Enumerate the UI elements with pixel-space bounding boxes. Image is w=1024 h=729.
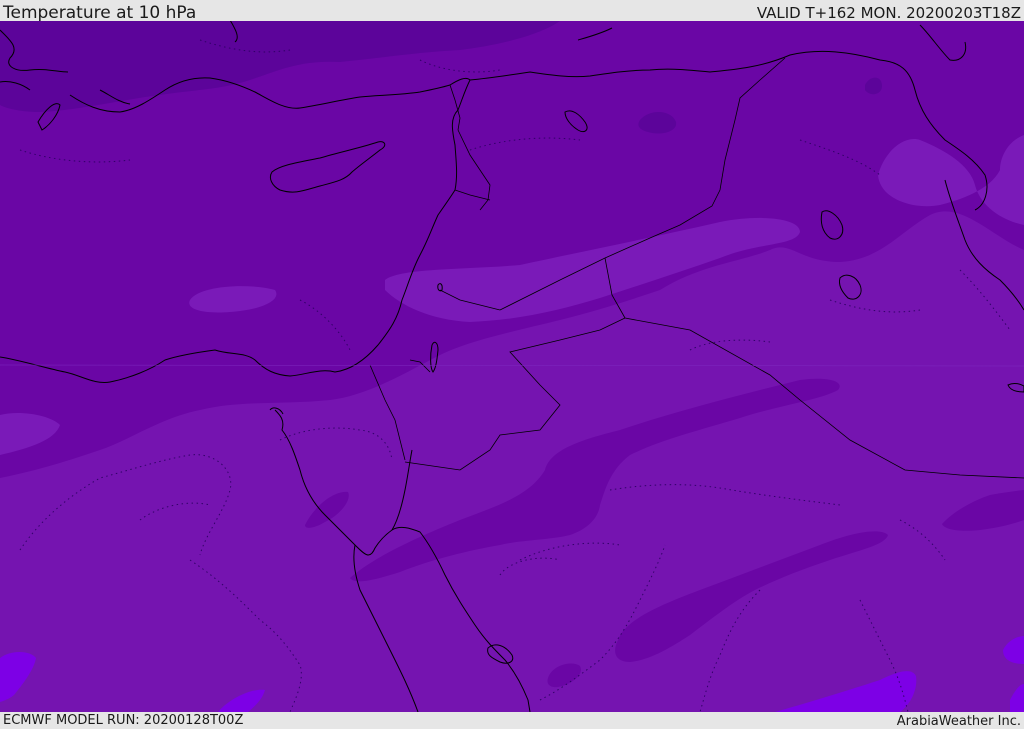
map-canvas bbox=[0, 21, 1024, 712]
model-run-label: ECMWF MODEL RUN: 20200128T00Z bbox=[3, 713, 244, 728]
footer-bar: ECMWF MODEL RUN: 20200128T00Z ArabiaWeat… bbox=[0, 712, 1024, 729]
temperature-map[interactable] bbox=[0, 21, 1024, 712]
credit-label: ArabiaWeather Inc. bbox=[896, 714, 1021, 729]
header-bar: Temperature at 10 hPa VALID T+162 MON. 2… bbox=[0, 0, 1024, 23]
valid-time: VALID T+162 MON. 20200203T18Z bbox=[756, 4, 1021, 22]
map-title: Temperature at 10 hPa bbox=[3, 3, 197, 23]
